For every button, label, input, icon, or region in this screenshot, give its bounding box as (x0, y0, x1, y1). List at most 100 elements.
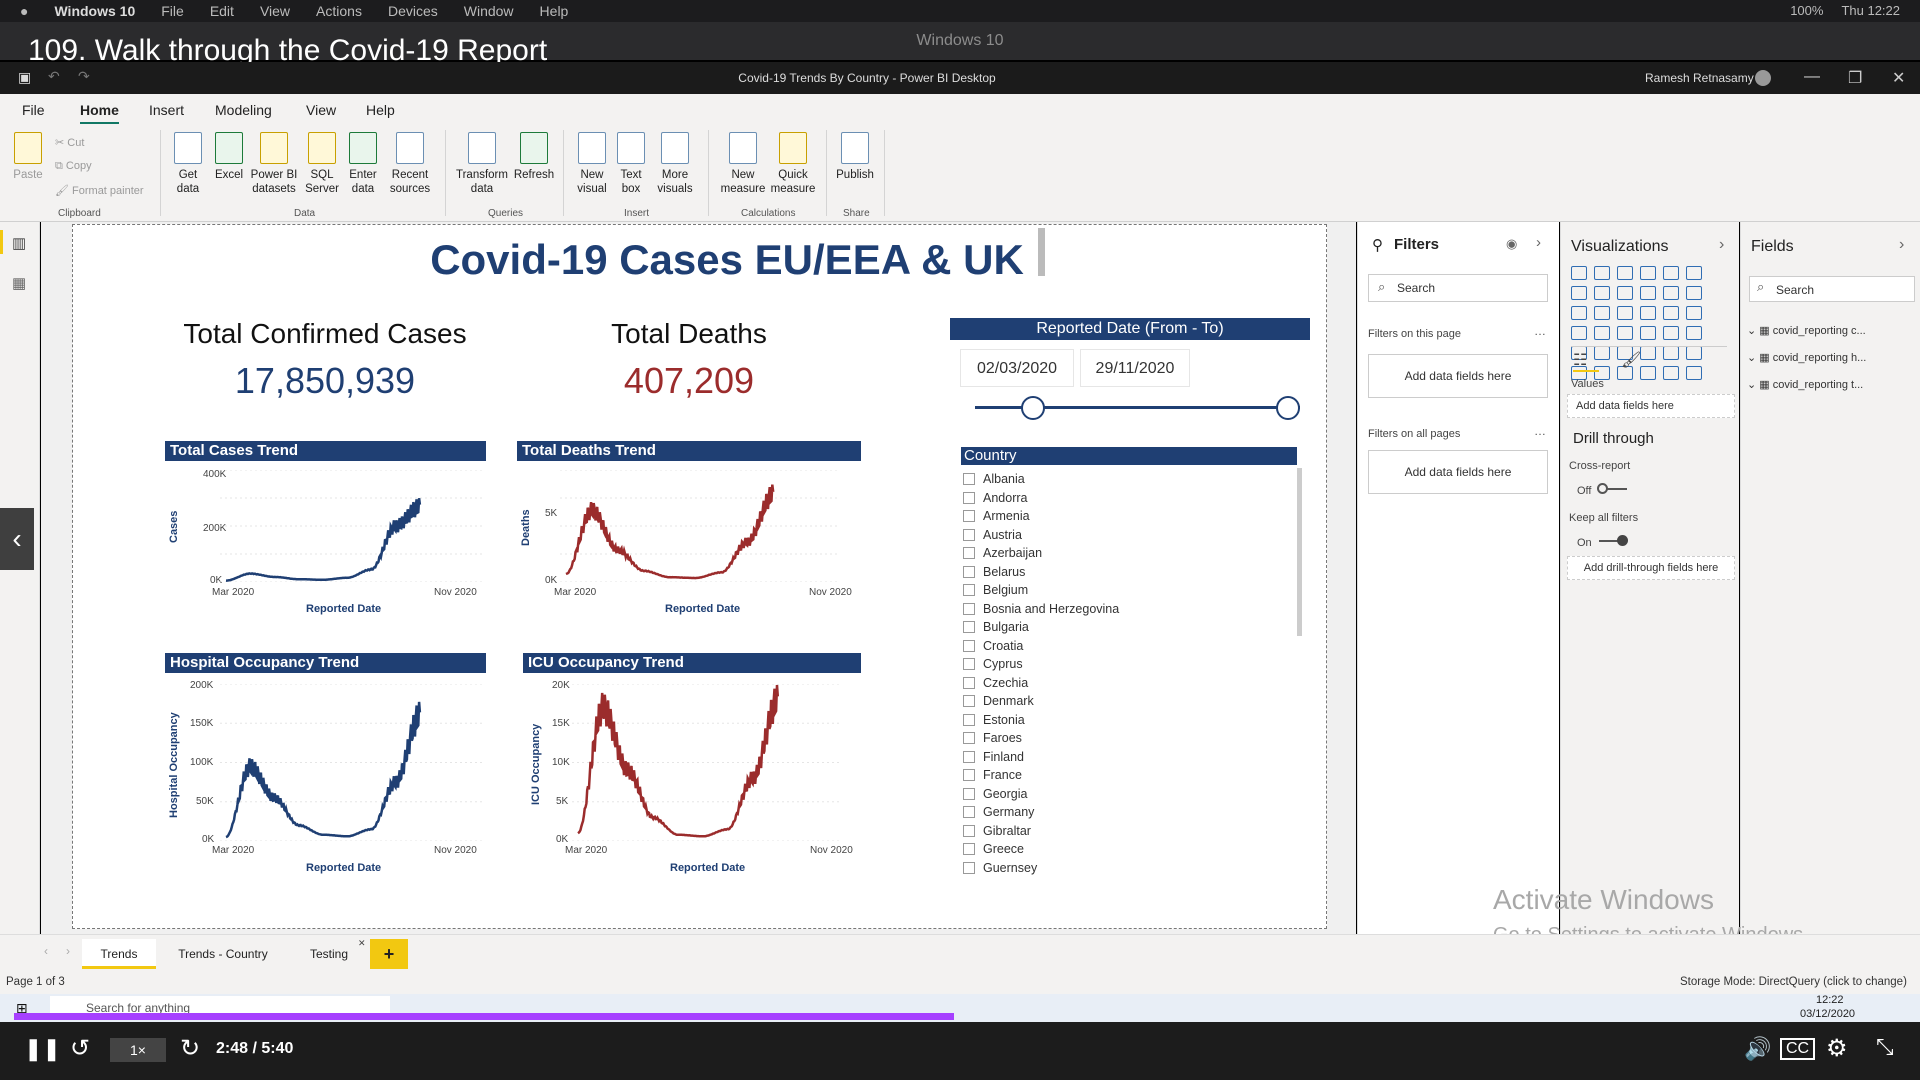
country-item[interactable]: Germany (963, 803, 1293, 822)
checkbox[interactable] (963, 621, 975, 634)
add-page-button[interactable]: + (370, 939, 408, 969)
100-bar-visual-icon[interactable] (1663, 266, 1679, 280)
filled-map-visual-icon[interactable] (1594, 326, 1610, 340)
checkbox[interactable] (963, 732, 975, 745)
checkbox[interactable] (963, 473, 975, 486)
text-box-button[interactable]: Text box (614, 132, 648, 196)
country-item[interactable]: Gibraltar (963, 822, 1293, 841)
checkbox[interactable] (963, 602, 975, 615)
pie-visual-icon[interactable] (1640, 306, 1656, 320)
fullscreen-icon[interactable]: ⤡ (1876, 1034, 1894, 1060)
checkbox[interactable] (963, 769, 975, 782)
line-column-visual-icon[interactable] (1640, 286, 1656, 300)
page-tab-trends[interactable]: Trends (82, 939, 156, 969)
checkbox[interactable] (963, 861, 975, 874)
checkbox[interactable] (963, 639, 975, 652)
scroll-right-icon[interactable]: › (66, 944, 70, 958)
date-from-input[interactable]: 02/03/2020 (960, 349, 1074, 387)
narrative-visual-icon[interactable] (1640, 366, 1656, 380)
country-item[interactable]: Azerbaijan (963, 544, 1293, 563)
mac-menu-devices[interactable]: Devices (388, 3, 438, 19)
country-scrollbar[interactable] (1297, 468, 1302, 636)
prev-video-arrow[interactable]: ‹ (0, 508, 34, 570)
checkbox[interactable] (963, 510, 975, 523)
stacked-column-visual-icon[interactable] (1594, 266, 1610, 280)
data-view-icon[interactable]: ▦ (12, 274, 26, 292)
country-item[interactable]: Estonia (963, 711, 1293, 730)
enter-data-button[interactable]: Enter data (346, 132, 380, 196)
tab-insert[interactable]: Insert (149, 102, 184, 118)
country-item[interactable]: Bosnia and Herzegovina (963, 600, 1293, 619)
r-visual-visual-icon[interactable] (1663, 346, 1679, 360)
checkbox[interactable] (963, 528, 975, 541)
page-tab-testing[interactable]: Testing (290, 939, 368, 969)
mac-menu-help[interactable]: Help (540, 3, 569, 19)
paginated-visual-icon[interactable] (1663, 366, 1679, 380)
copy-button[interactable]: ⧉ Copy (55, 160, 92, 173)
restore-icon[interactable]: ❐ (1848, 68, 1862, 88)
python-visual-visual-icon[interactable] (1686, 346, 1702, 360)
tab-help[interactable]: Help (366, 102, 395, 118)
series-line[interactable] (565, 484, 775, 580)
scatter-visual-icon[interactable] (1617, 306, 1633, 320)
donut-visual-icon[interactable] (1663, 306, 1679, 320)
table-item[interactable]: ⌄ ▦ covid_reporting t... (1747, 378, 1863, 391)
country-item[interactable]: Austria (963, 526, 1293, 545)
checkbox[interactable] (963, 713, 975, 726)
100-column-visual-icon[interactable] (1686, 266, 1702, 280)
stacked-area-visual-icon[interactable] (1617, 286, 1633, 300)
publish-button[interactable]: Publish (834, 132, 876, 182)
clustered-bar-visual-icon[interactable] (1617, 266, 1633, 280)
card-visual-icon[interactable] (1663, 326, 1679, 340)
minimize-icon[interactable]: — (1804, 68, 1820, 86)
scroll-left-icon[interactable]: ‹ (44, 944, 48, 958)
drill-through-drop-well[interactable]: Add drill-through fields here (1567, 556, 1735, 580)
gauge-visual-icon[interactable] (1640, 326, 1656, 340)
more-options-icon[interactable]: … (1534, 324, 1546, 338)
more-options-icon[interactable]: … (1534, 424, 1546, 438)
map-visual-icon[interactable] (1571, 326, 1587, 340)
keep-filters-toggle-knob[interactable] (1617, 535, 1628, 546)
values-drop-well[interactable]: Add data fields here (1567, 394, 1735, 418)
country-item[interactable]: Belgium (963, 581, 1293, 600)
forward-icon[interactable]: ↻ (180, 1034, 200, 1063)
paste-button[interactable]: Paste (12, 132, 44, 182)
cut-button[interactable]: ✂ Cut (55, 136, 84, 149)
series-line[interactable] (226, 498, 422, 582)
storage-mode[interactable]: Storage Mode: DirectQuery (click to chan… (1680, 976, 1907, 988)
matrix-visual-icon[interactable] (1640, 346, 1656, 360)
rewind-icon[interactable]: ↺ (70, 1034, 90, 1063)
avatar[interactable] (1755, 70, 1771, 86)
format-painter-button[interactable]: 🖌 Format painter (55, 184, 144, 197)
filters-all-drop-well[interactable]: Add data fields here (1368, 450, 1548, 494)
collapse-filters-icon[interactable]: › (1536, 234, 1541, 251)
filters-search-input[interactable]: Search (1368, 274, 1548, 302)
more-visual-icon[interactable] (1686, 366, 1702, 380)
checkbox[interactable] (963, 843, 975, 856)
chart-hospital-title[interactable]: Hospital Occupancy Trend (165, 653, 486, 673)
multi-row-card-visual-icon[interactable] (1686, 326, 1702, 340)
checkbox[interactable] (963, 824, 975, 837)
mac-menu-edit[interactable]: Edit (210, 3, 234, 19)
country-item[interactable]: Denmark (963, 692, 1293, 711)
ribbon-visual-icon[interactable] (1686, 286, 1702, 300)
pause-icon[interactable]: ❚❚ (24, 1036, 61, 1062)
collapse-viz-icon[interactable]: › (1719, 236, 1724, 254)
waterfall-visual-icon[interactable] (1571, 306, 1587, 320)
country-item[interactable]: Croatia (963, 637, 1293, 656)
chart-cases-plot[interactable] (220, 470, 482, 582)
captions-icon[interactable]: CC (1780, 1038, 1816, 1060)
chart-cases-title[interactable]: Total Cases Trend (165, 441, 486, 461)
apple-icon[interactable]: ● (20, 3, 28, 19)
close-tab-icon[interactable]: ✕ (358, 938, 366, 949)
date-slider-end-handle[interactable] (1276, 396, 1300, 420)
sql-server-button[interactable]: SQL Server (302, 132, 342, 196)
mac-menu-view[interactable]: View (260, 3, 290, 19)
checkbox[interactable] (963, 491, 975, 504)
country-item[interactable]: Guernsey (963, 859, 1293, 878)
stacked-bar-visual-icon[interactable] (1571, 266, 1587, 280)
country-item[interactable]: France (963, 766, 1293, 785)
get-data-button[interactable]: Get data (170, 132, 206, 196)
country-item[interactable]: Armenia (963, 507, 1293, 526)
refresh-button[interactable]: Refresh (512, 132, 556, 182)
